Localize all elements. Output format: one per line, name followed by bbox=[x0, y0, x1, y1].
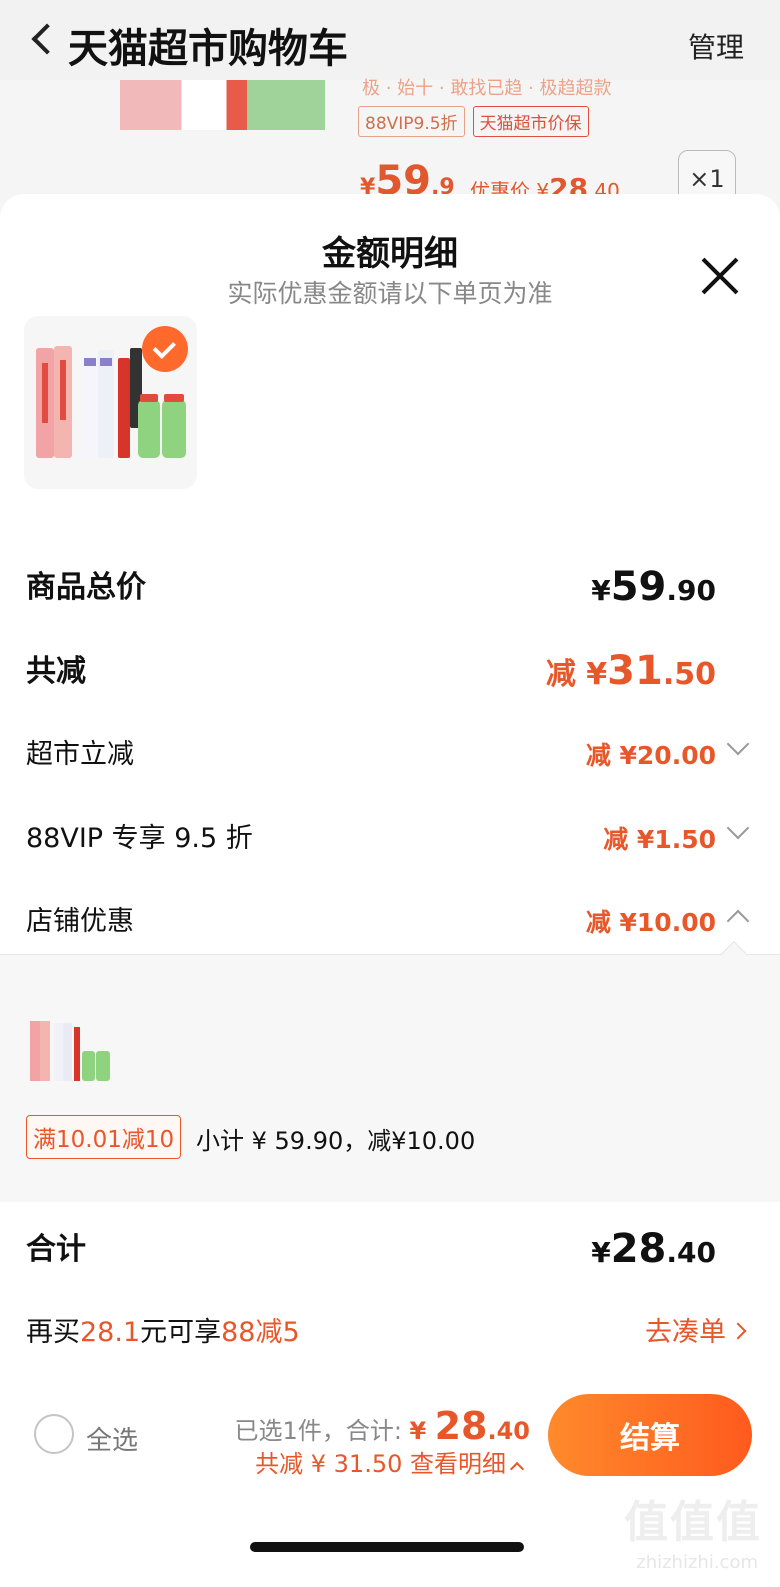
notch bbox=[719, 940, 749, 970]
add-items-label: 去凑单 bbox=[645, 1317, 726, 1348]
sum-value: ¥28.40 bbox=[591, 1226, 716, 1272]
watermark-url: zhizhizhi.com bbox=[636, 1552, 758, 1573]
vip-label: 88VIP 专享 9.5 折 bbox=[26, 823, 253, 854]
shop-label: 店铺优惠 bbox=[26, 906, 134, 937]
total-label: 商品总价 bbox=[26, 570, 146, 605]
saved-text: 共减 ¥ 31.50 查看明细 bbox=[255, 1450, 506, 1478]
market-label: 超市立减 bbox=[26, 739, 134, 770]
promo-text: 再买28.1元可享88减5 bbox=[26, 1310, 300, 1349]
product-thumbnail[interactable] bbox=[120, 80, 325, 130]
cart-header: 天猫超市购物车 管理 bbox=[0, 0, 780, 80]
reduce-label: 共减 bbox=[26, 654, 86, 689]
selected-summary: 已选1件，合计: ¥ 28.40 bbox=[235, 1404, 530, 1448]
checkout-footer: 全选 已选1件，合计: ¥ 28.40 共减 ¥ 31.50 查看明细 结算 值… bbox=[0, 1378, 780, 1587]
selected-product-card[interactable] bbox=[24, 316, 197, 489]
subtotal-text: 小计 ¥ 59.90，减¥10.00 bbox=[196, 1127, 476, 1155]
watermark: 值值值 bbox=[624, 1497, 762, 1548]
home-indicator[interactable] bbox=[250, 1542, 524, 1552]
promotion-tag: 满10.01减10 bbox=[26, 1115, 182, 1159]
price-protect-tag: 天猫超市价保 bbox=[472, 106, 589, 137]
chevron-down-icon[interactable] bbox=[726, 816, 750, 840]
promo-pre: 再买 bbox=[26, 1317, 80, 1348]
reduce-prefix: 减 ¥ bbox=[545, 657, 608, 692]
reduce-value: 减 ¥31.50 bbox=[546, 648, 716, 694]
promo-amount: 28.1 bbox=[80, 1317, 141, 1348]
total-int: 59 bbox=[610, 564, 667, 610]
footer-dec: .40 bbox=[487, 1417, 530, 1445]
footer-int: 28 bbox=[434, 1404, 488, 1448]
promo-bar: 再买28.1元可享88减5 去凑单 bbox=[0, 1288, 780, 1378]
promo-offer: 88减5 bbox=[221, 1317, 300, 1348]
chevron-up-icon bbox=[509, 1461, 525, 1477]
vip-tag: 88VIP9.5折 bbox=[358, 106, 465, 137]
chevron-right-icon bbox=[729, 1322, 747, 1339]
manage-button[interactable]: 管理 bbox=[688, 26, 744, 66]
add-items-link[interactable]: 去凑单 bbox=[645, 1310, 747, 1349]
tag-row: 88VIP9.5折 天猫超市价保 bbox=[358, 106, 589, 137]
select-all-radio[interactable] bbox=[34, 1414, 74, 1454]
select-all-label[interactable]: 全选 bbox=[86, 1420, 138, 1457]
total-dec: .90 bbox=[666, 574, 716, 607]
promo-mid: 元可享 bbox=[140, 1317, 222, 1348]
shop-discount-detail: 满10.01减10 小计 ¥ 59.90，减¥10.00 bbox=[0, 940, 780, 1202]
page-title: 天猫超市购物车 bbox=[68, 26, 348, 72]
product-desc: 极 · 始十 · 敢找已趋 · 极趋超款 bbox=[362, 78, 612, 99]
sheet-title: 金额明细 bbox=[322, 234, 458, 274]
reduce-int: 31 bbox=[607, 648, 663, 694]
sum-dec: .40 bbox=[666, 1236, 716, 1269]
market-value: 减 ¥20.00 bbox=[585, 741, 716, 770]
close-icon[interactable] bbox=[700, 256, 740, 296]
footer-symbol: ¥ bbox=[409, 1417, 435, 1445]
selected-check-icon bbox=[142, 326, 188, 372]
checkout-button[interactable]: 结算 bbox=[548, 1394, 752, 1476]
chevron-down-icon[interactable] bbox=[726, 732, 750, 756]
total-value: ¥59.90 bbox=[591, 564, 716, 610]
sum-symbol: ¥ bbox=[591, 1236, 611, 1269]
chevron-up-icon[interactable] bbox=[726, 909, 750, 933]
selected-count: 已选1件，合计: bbox=[234, 1417, 410, 1445]
total-symbol: ¥ bbox=[591, 574, 611, 607]
sum-label: 合计 bbox=[26, 1232, 86, 1267]
sum-int: 28 bbox=[610, 1226, 667, 1272]
shop-value: 减 ¥10.00 bbox=[585, 908, 716, 937]
vip-value: 减 ¥1.50 bbox=[603, 825, 716, 854]
reduce-dec: .50 bbox=[662, 657, 716, 692]
view-detail-toggle[interactable]: 共减 ¥ 31.50 查看明细 bbox=[255, 1444, 525, 1479]
product-thumbnail[interactable] bbox=[28, 1017, 112, 1085]
sheet-subtitle: 实际优惠金额请以下单页为准 bbox=[227, 279, 553, 308]
back-icon[interactable] bbox=[31, 23, 63, 55]
